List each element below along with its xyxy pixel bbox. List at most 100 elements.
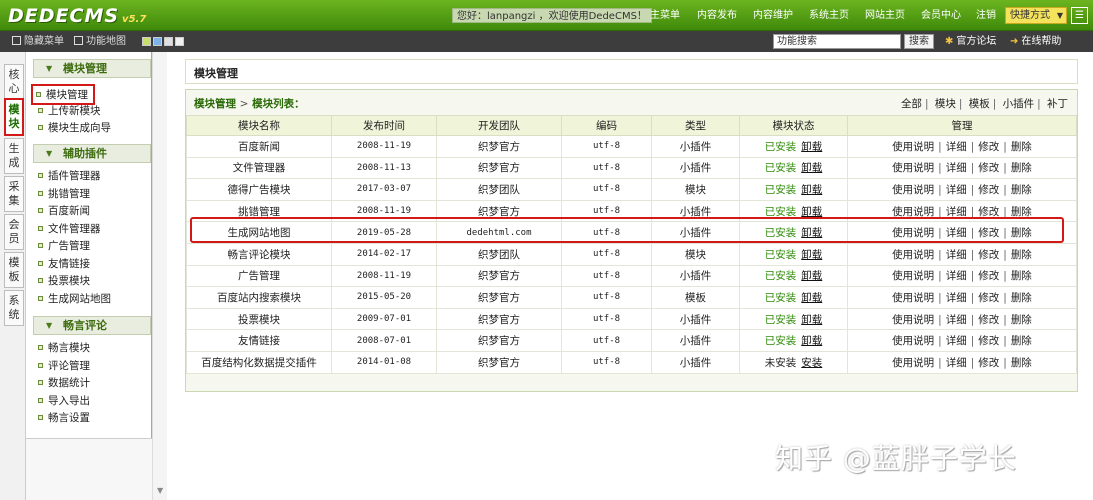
sidebar-item-error-manage[interactable]: 挑错管理 (38, 187, 90, 201)
usage-link[interactable]: 使用说明 (892, 184, 934, 196)
uninstall-link[interactable]: 卸载 (801, 184, 822, 196)
sidebar-group-module-manage[interactable]: ▼ 模块管理 (33, 59, 151, 78)
detail-link[interactable]: 详细 (946, 184, 967, 196)
delete-link[interactable]: 删除 (1011, 249, 1032, 261)
sidebar-item-sitemap[interactable]: 生成网站地图 (38, 292, 111, 306)
sidebar-item-friend-links[interactable]: 友情链接 (38, 257, 90, 271)
scroll-down-icon[interactable]: ▼ (157, 486, 163, 495)
filter-patch[interactable]: 补丁 (1047, 98, 1068, 110)
detail-link[interactable]: 详细 (946, 141, 967, 153)
hide-menu-button[interactable]: 隐藏菜单 (12, 35, 64, 48)
detail-link[interactable]: 详细 (946, 227, 967, 239)
delete-link[interactable]: 删除 (1011, 206, 1032, 218)
nav-member-center[interactable]: 会员中心 (921, 9, 961, 22)
sidebar-item-baidu-news[interactable]: 百度新闻 (38, 204, 90, 218)
sidebar-item-comment-manage[interactable]: 评论管理 (38, 359, 90, 373)
usage-link[interactable]: 使用说明 (892, 270, 934, 282)
usage-link[interactable]: 使用说明 (892, 227, 934, 239)
edit-link[interactable]: 修改 (978, 357, 999, 369)
theme-swatch-green[interactable] (142, 37, 151, 46)
theme-swatch-blue[interactable] (153, 37, 162, 46)
detail-link[interactable]: 详细 (946, 270, 967, 282)
delete-link[interactable]: 删除 (1011, 227, 1032, 239)
sidebar-item-ad-manage[interactable]: 广告管理 (38, 239, 90, 253)
nav-publish[interactable]: 内容发布 (697, 9, 737, 22)
uninstall-link[interactable]: 卸载 (801, 206, 822, 218)
tab-collect[interactable]: 采集 (4, 176, 24, 212)
tab-system[interactable]: 系统 (4, 290, 24, 326)
search-button[interactable]: 搜索 (904, 34, 934, 49)
usage-link[interactable]: 使用说明 (892, 314, 934, 326)
delete-link[interactable]: 删除 (1011, 314, 1032, 326)
tab-core[interactable]: 核心 (4, 64, 24, 100)
theme-swatch-gray[interactable] (164, 37, 173, 46)
filter-template[interactable]: 模板 (969, 98, 990, 110)
nav-site-home[interactable]: 网站主页 (865, 9, 905, 22)
detail-link[interactable]: 详细 (946, 314, 967, 326)
detail-link[interactable]: 详细 (946, 335, 967, 347)
sidebar-group-plugins[interactable]: ▼ 辅助插件 (33, 144, 151, 163)
uninstall-link[interactable]: 卸载 (801, 314, 822, 326)
filter-plugin[interactable]: 小插件 (1003, 98, 1035, 110)
detail-link[interactable]: 详细 (946, 206, 967, 218)
delete-link[interactable]: 删除 (1011, 357, 1032, 369)
delete-link[interactable]: 删除 (1011, 292, 1032, 304)
usage-link[interactable]: 使用说明 (892, 162, 934, 174)
edit-link[interactable]: 修改 (978, 270, 999, 282)
uninstall-link[interactable]: 卸载 (801, 162, 822, 174)
help-link[interactable]: ➜ 在线帮助 (1010, 35, 1061, 48)
tab-module[interactable]: 模块 (4, 98, 24, 136)
sidebar-group-changyan[interactable]: ▼ 畅言评论 (33, 316, 151, 335)
edit-link[interactable]: 修改 (978, 227, 999, 239)
uninstall-link[interactable]: 卸载 (801, 227, 822, 239)
sidebar-item-vote-module[interactable]: 投票模块 (38, 274, 90, 288)
edit-link[interactable]: 修改 (978, 249, 999, 261)
sidebar-item-import-export[interactable]: 导入导出 (38, 394, 90, 408)
install-link[interactable]: 安装 (801, 357, 822, 369)
breadcrumb-root[interactable]: 模块管理 (194, 98, 236, 110)
delete-link[interactable]: 删除 (1011, 335, 1032, 347)
usage-link[interactable]: 使用说明 (892, 206, 934, 218)
delete-link[interactable]: 删除 (1011, 270, 1032, 282)
usage-link[interactable]: 使用说明 (892, 249, 934, 261)
menu-icon[interactable]: ☰ (1071, 7, 1088, 24)
tab-generate[interactable]: 生成 (4, 138, 24, 174)
edit-link[interactable]: 修改 (978, 141, 999, 153)
delete-link[interactable]: 删除 (1011, 141, 1032, 153)
filter-all[interactable]: 全部 (901, 98, 922, 110)
sidebar-item-changyan-settings[interactable]: 畅言设置 (38, 411, 90, 425)
sidebar-item-module-manage[interactable]: 模块管理 (31, 84, 95, 105)
edit-link[interactable]: 修改 (978, 206, 999, 218)
uninstall-link[interactable]: 卸载 (801, 270, 822, 282)
sidebar-item-statistics[interactable]: 数据统计 (38, 376, 90, 390)
nav-system-home[interactable]: 系统主页 (809, 9, 849, 22)
edit-link[interactable]: 修改 (978, 335, 999, 347)
filter-module[interactable]: 模块 (935, 98, 956, 110)
quick-menu-dropdown[interactable]: 快捷方式 ▼ (1005, 7, 1067, 24)
usage-link[interactable]: 使用说明 (892, 141, 934, 153)
nav-logout[interactable]: 注销 (976, 9, 996, 22)
uninstall-link[interactable]: 卸载 (801, 249, 822, 261)
sidebar-scrollbar[interactable]: ▼ (152, 52, 167, 500)
usage-link[interactable]: 使用说明 (892, 335, 934, 347)
usage-link[interactable]: 使用说明 (892, 292, 934, 304)
sidebar-item-module-wizard[interactable]: 模块生成向导 (38, 121, 111, 135)
tab-member[interactable]: 会员 (4, 214, 24, 250)
delete-link[interactable]: 删除 (1011, 184, 1032, 196)
nav-content[interactable]: 内容维护 (753, 9, 793, 22)
detail-link[interactable]: 详细 (946, 357, 967, 369)
uninstall-link[interactable]: 卸载 (801, 335, 822, 347)
forum-link[interactable]: ✱ 官方论坛 (945, 35, 996, 48)
detail-link[interactable]: 详细 (946, 292, 967, 304)
edit-link[interactable]: 修改 (978, 184, 999, 196)
uninstall-link[interactable]: 卸载 (801, 292, 822, 304)
detail-link[interactable]: 详细 (946, 162, 967, 174)
sidebar-item-file-manager[interactable]: 文件管理器 (38, 222, 101, 236)
edit-link[interactable]: 修改 (978, 162, 999, 174)
edit-link[interactable]: 修改 (978, 314, 999, 326)
uninstall-link[interactable]: 卸载 (801, 141, 822, 153)
edit-link[interactable]: 修改 (978, 292, 999, 304)
sidebar-item-upload-module[interactable]: 上传新模块 (38, 104, 101, 118)
delete-link[interactable]: 删除 (1011, 162, 1032, 174)
sidebar-item-plugin-manager[interactable]: 插件管理器 (38, 169, 101, 183)
